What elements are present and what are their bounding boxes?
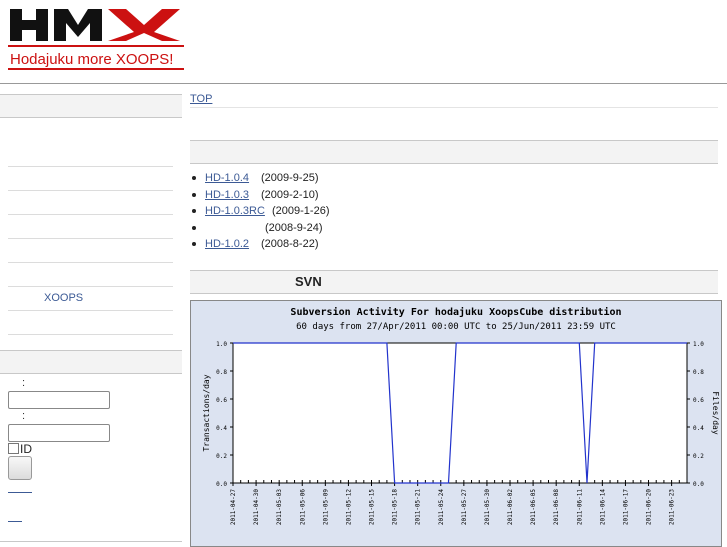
release-link[interactable]: HD-1.0.3 <box>205 187 261 204</box>
remember-label: ID <box>20 442 32 456</box>
y-tick-label: 0.8 <box>216 369 227 376</box>
svn-activity-chart: Subversion Activity For hodajuku XoopsCu… <box>190 300 722 547</box>
sidebar-item[interactable] <box>8 190 173 215</box>
x-tick-label: 2011-06-05 <box>530 489 537 526</box>
release-date: (2009-9-25) <box>261 172 319 184</box>
svn-title: SVN <box>295 274 322 289</box>
register-link[interactable] <box>8 492 32 493</box>
release-date: (2009-2-10) <box>261 188 319 201</box>
sidebar-divider <box>0 541 182 542</box>
username-label: : <box>22 377 26 389</box>
y-tick-label-right: 0.4 <box>693 425 704 432</box>
y-tick-label-right: 0.6 <box>693 397 704 404</box>
x-tick-label: 2011-05-06 <box>299 489 306 526</box>
lost-password-link[interactable] <box>8 521 22 522</box>
release-date: (2009-1-26) <box>272 205 330 217</box>
sidebar-item[interactable] <box>8 262 173 287</box>
y-tick-label: 0.0 <box>216 481 227 488</box>
password-label: : <box>22 410 26 422</box>
sidebar: XOOPS : : ID <box>0 88 182 545</box>
x-tick-label: 2011-04-30 <box>253 489 260 526</box>
x-tick-label: 2011-06-17 <box>622 489 629 526</box>
sidebar-item[interactable] <box>8 238 173 263</box>
bullet-icon <box>192 209 196 213</box>
y-tick-label-right: 0.8 <box>693 369 704 376</box>
sidebar-item-xoops-label[interactable]: XOOPS <box>8 292 83 304</box>
y-axis-label: Transactions/day <box>202 374 211 451</box>
release-date: (2008-9-24) <box>265 221 323 234</box>
x-tick-label: 2011-05-03 <box>276 489 283 526</box>
release-link[interactable]: HD-1.0.4 <box>205 170 261 187</box>
x-tick-label: 2011-05-15 <box>369 489 376 526</box>
release-list: HD-1.0.4 (2009-9-25) HD-1.0.3 (2009-2-10) … <box>190 170 329 253</box>
bullet-icon <box>192 176 196 180</box>
x-tick-label: 2011-06-23 <box>669 489 676 526</box>
x-tick-label: 2011-05-09 <box>322 489 329 526</box>
x-tick-label: 2011-05-12 <box>345 489 352 526</box>
password-input[interactable] <box>8 424 110 442</box>
sidebar-item[interactable] <box>8 310 173 335</box>
x-tick-label: 2011-05-18 <box>392 489 399 526</box>
remember-id: ID <box>8 442 32 456</box>
x-tick-label: 2011-06-20 <box>646 489 653 526</box>
list-item: HD-1.0.3 (2009-2-10) <box>190 187 329 204</box>
bullet-icon <box>192 242 196 246</box>
logo-tagline: Hodajuku more XOOPS! <box>10 51 173 68</box>
release-link[interactable] <box>205 221 265 231</box>
x-tick-label: 2011-05-30 <box>484 489 491 526</box>
chart-svg: Subversion Activity For hodajuku XoopsCu… <box>202 306 720 526</box>
y-tick-label-right: 0.0 <box>693 481 704 488</box>
list-item: HD-1.0.2 (2008-8-22) <box>190 236 329 253</box>
sidebar-item[interactable] <box>8 142 173 167</box>
bullet-icon <box>192 225 196 230</box>
x-tick-label: 2011-05-21 <box>415 489 422 526</box>
y-tick-label: 1.0 <box>216 341 227 348</box>
x-tick-label: 2011-06-08 <box>553 489 560 526</box>
breadcrumb-divider <box>190 107 718 108</box>
y-tick-label-right: 0.2 <box>693 453 704 460</box>
x-tick-label: 2011-05-27 <box>461 489 468 526</box>
list-item: (2008-9-24) <box>190 220 329 237</box>
list-item: HD-1.0.4 (2009-9-25) <box>190 170 329 187</box>
chart-title: Subversion Activity For hodajuku XoopsCu… <box>290 306 621 318</box>
x-tick-label: 2011-06-14 <box>599 489 606 526</box>
y-tick-label: 0.6 <box>216 397 227 404</box>
y-tick-label-right: 1.0 <box>693 341 704 348</box>
x-tick-label: 2011-04-27 <box>230 489 237 526</box>
y-tick-label: 0.4 <box>216 425 227 432</box>
releases-header <box>190 140 718 164</box>
y-axis-label-right: Files/day <box>711 391 720 435</box>
x-tick-label: 2011-05-24 <box>438 489 445 526</box>
x-tick-label: 2011-06-11 <box>576 489 583 526</box>
sidebar-item[interactable] <box>8 166 173 191</box>
release-date: (2008-8-22) <box>261 238 319 250</box>
bullet-icon <box>192 192 196 197</box>
sidebar-menu-header <box>0 94 182 118</box>
site-logo[interactable]: Hodajuku more XOOPS! <box>8 7 184 71</box>
chart-subtitle: 60 days from 27/Apr/2011 00:00 UTC to 25… <box>296 322 616 332</box>
sidebar-login-header <box>0 350 182 374</box>
release-link[interactable]: HD-1.0.3RC <box>205 203 272 220</box>
y-tick-label: 0.2 <box>216 453 227 460</box>
svn-header <box>190 270 718 294</box>
login-button[interactable] <box>8 456 32 480</box>
sidebar-item[interactable] <box>8 214 173 239</box>
x-tick-label: 2011-06-02 <box>507 489 514 526</box>
header-divider <box>0 83 727 84</box>
username-input[interactable] <box>8 391 110 409</box>
breadcrumb-top-link[interactable]: TOP <box>190 93 212 105</box>
list-item: HD-1.0.3RC (2009-1-26) <box>190 203 329 220</box>
remember-checkbox[interactable] <box>8 443 19 454</box>
release-link[interactable]: HD-1.0.2 <box>205 236 261 253</box>
sidebar-item-xoops[interactable]: XOOPS <box>8 286 173 311</box>
plot-area <box>232 342 688 484</box>
